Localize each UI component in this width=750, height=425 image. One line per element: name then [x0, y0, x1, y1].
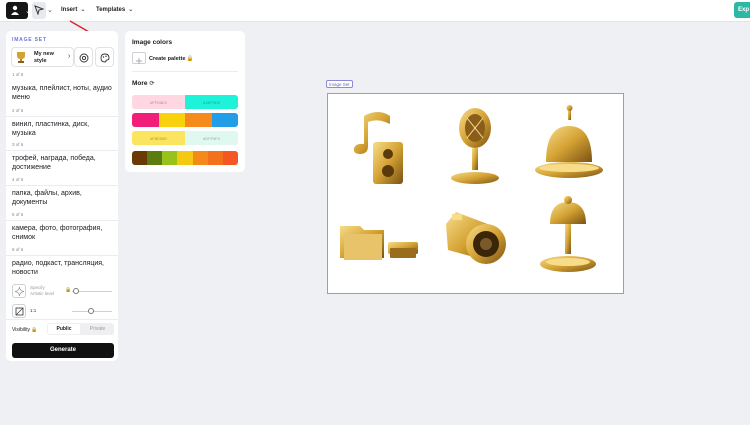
divider [6, 319, 118, 320]
trophy-icon [17, 52, 25, 63]
style-selector[interactable]: My new style › [11, 47, 74, 67]
color-swatch [185, 113, 212, 127]
prompt-item[interactable]: камера, фото, фотография, снимок [12, 224, 114, 242]
color-swatch [192, 151, 208, 165]
palette-option[interactable]: #FFD6E2 #1EF3D9 [132, 95, 238, 109]
divider [132, 71, 238, 72]
lock-icon: 🔒 [65, 287, 72, 293]
section-label: IMAGE SET [12, 37, 47, 43]
plus-icon [136, 58, 142, 64]
logo-icon [11, 5, 19, 15]
export-button[interactable]: Exp [734, 2, 750, 18]
color-swatch: #1EF3D9 [185, 95, 238, 109]
color-swatch [211, 113, 238, 127]
menu-templates[interactable]: Templates ⌄ [96, 6, 133, 13]
visibility-private-option[interactable]: Private [82, 324, 113, 334]
image-colors-panel: Image colors Create palette 🔒 More ⟳ #FF… [125, 31, 245, 172]
prompt-counter: 2 of 6 [12, 108, 24, 113]
artistic-level-label: Specify Artistic level [30, 285, 55, 296]
divider [6, 220, 118, 221]
cursor-icon [34, 5, 44, 15]
color-swatch: #DFF9F0 [185, 131, 238, 145]
create-palette-text: Create palette [149, 56, 186, 62]
chevron-down-icon: ⌄ [25, 8, 31, 15]
palette-option[interactable] [132, 151, 238, 165]
camera-icon [446, 212, 506, 264]
menu-insert-label: Insert [61, 7, 78, 13]
palette-button[interactable] [95, 47, 114, 67]
visibility-label-text: Visibility [12, 327, 30, 333]
create-palette-button[interactable] [132, 52, 146, 64]
color-swatch: #FBE55E [132, 131, 185, 145]
palette-icon [100, 53, 110, 63]
style-counter: 1 of 6 [12, 72, 24, 77]
menu-templates-label: Templates [96, 7, 126, 13]
image-set-canvas[interactable] [327, 93, 624, 294]
top-bar: ⌄ ⌄ Insert ⌄ Templates ⌄ Exp [0, 0, 750, 22]
prompt-counter: 5 of 6 [12, 212, 24, 217]
refresh-icon[interactable]: ⟳ [149, 81, 154, 87]
palette-option[interactable]: #FBE55E #DFF9F0 [132, 131, 238, 145]
color-swatch [147, 151, 163, 165]
divider [6, 185, 118, 186]
create-palette-label[interactable]: Create palette 🔒 [149, 56, 194, 62]
divider [6, 150, 118, 151]
prompt-item[interactable]: трофей, награда, победа, достижение [12, 154, 114, 172]
prompt-item[interactable]: радио, подкаст, трансляция, новости [12, 259, 114, 277]
color-swatch [207, 151, 223, 165]
divider [6, 116, 118, 117]
prompt-item[interactable]: папка, файлы, архив, документы [12, 189, 114, 207]
color-swatch [158, 113, 185, 127]
prompt-counter: 6 of 6 [12, 247, 24, 252]
music-note-icon [353, 112, 403, 184]
color-swatch [177, 151, 193, 165]
menu-insert[interactable]: Insert ⌄ [61, 6, 85, 13]
chevron-down-icon: ⌄ [80, 7, 86, 13]
settings-button[interactable] [74, 47, 93, 67]
visibility-public-option[interactable]: Public [48, 324, 80, 334]
prompt-item[interactable]: музыка, плейлист, ноты, аудио меню [12, 84, 114, 102]
color-swatch: #FFD6E2 [132, 95, 185, 109]
bell-icon [535, 105, 603, 178]
ratio-slider-handle[interactable] [88, 308, 94, 314]
crop-icon [15, 307, 24, 316]
chevron-down-icon: ⌄ [128, 7, 134, 13]
color-swatch [132, 113, 159, 127]
color-swatch [222, 151, 238, 165]
image-set-panel: IMAGE SET My new style › 1 of 6 музыка, … [6, 31, 118, 361]
logo-button[interactable]: ⌄ [6, 2, 31, 19]
color-swatch [162, 151, 178, 165]
artistic-level-slider-handle[interactable] [73, 288, 79, 294]
prompt-counter: 3 of 6 [12, 142, 24, 147]
sparkle-icon [15, 287, 24, 296]
more-label-text: More [132, 80, 148, 87]
folder-icon [340, 226, 418, 260]
prompt-item[interactable]: винил, пластинка, диск, музыка [12, 120, 114, 138]
generated-images [340, 105, 603, 272]
style-name: My new style [34, 51, 54, 64]
lock-icon: 🔒 [31, 327, 38, 333]
visibility-toggle[interactable]: Public Private [47, 323, 114, 335]
aspect-ratio-icon[interactable] [12, 304, 26, 318]
select-tool-button[interactable] [32, 2, 46, 19]
chevron-down-icon[interactable]: ⌄ [47, 6, 53, 14]
canvas-tag[interactable]: Image Set [326, 80, 353, 88]
divider [6, 255, 118, 256]
more-palettes-label: More ⟳ [132, 80, 154, 87]
lock-icon: 🔒 [186, 56, 194, 62]
color-swatch [132, 151, 148, 165]
visibility-label: Visibility 🔒 [12, 327, 38, 333]
chevron-right-icon: › [68, 53, 71, 60]
prompt-counter: 4 of 6 [12, 177, 24, 182]
lamp-icon [540, 196, 596, 272]
artistic-level-icon [12, 284, 26, 298]
generate-button[interactable]: Generate [12, 343, 114, 358]
panel-title: Image colors [132, 39, 173, 46]
target-icon [79, 53, 89, 63]
microphone-icon [451, 108, 499, 184]
palette-option[interactable] [132, 113, 238, 127]
aspect-ratio-label: 1:1 [30, 308, 37, 313]
